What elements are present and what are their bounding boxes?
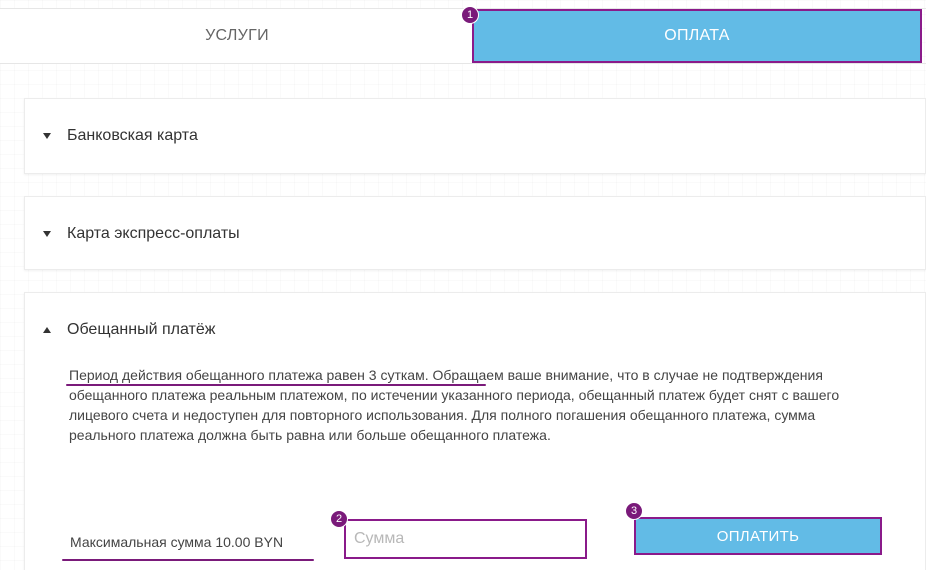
highlight-underline xyxy=(62,559,314,561)
caret-down-icon xyxy=(43,133,51,139)
accordion-header[interactable]: Банковская карта xyxy=(25,99,925,173)
accordion-title: Обещанный платёж xyxy=(67,321,216,338)
accordion-header[interactable]: Карта экспресс-оплаты xyxy=(25,197,925,271)
caret-down-icon xyxy=(43,231,51,237)
tab-services-label: УСЛУГИ xyxy=(205,27,269,44)
caret-up-icon xyxy=(43,327,51,333)
accordion-express-card[interactable]: Карта экспресс-оплаты xyxy=(24,196,926,270)
accordion-bank-card[interactable]: Банковская карта xyxy=(24,98,926,174)
highlight-underline xyxy=(66,384,486,386)
annotation-marker-2: 2 xyxy=(330,510,348,528)
accordion-title: Банковская карта xyxy=(67,127,198,144)
pay-button[interactable]: ОПЛАТИТЬ xyxy=(634,517,882,555)
accordion-header[interactable]: Обещанный платёж xyxy=(25,293,925,367)
annotation-marker-1: 1 xyxy=(461,6,479,24)
tab-payment-label: ОПЛАТА xyxy=(664,27,730,44)
tab-services[interactable]: УСЛУГИ xyxy=(0,9,474,63)
tab-payment[interactable]: ОПЛАТА xyxy=(472,9,922,63)
annotation-marker-3: 3 xyxy=(625,502,643,520)
promised-payment-description: Период действия обещанного платежа равен… xyxy=(69,367,840,443)
accordion-title: Карта экспресс-оплаты xyxy=(67,225,240,242)
max-sum-label: Максимальная сумма 10.00 BYN xyxy=(70,534,284,550)
amount-input[interactable] xyxy=(344,519,587,559)
